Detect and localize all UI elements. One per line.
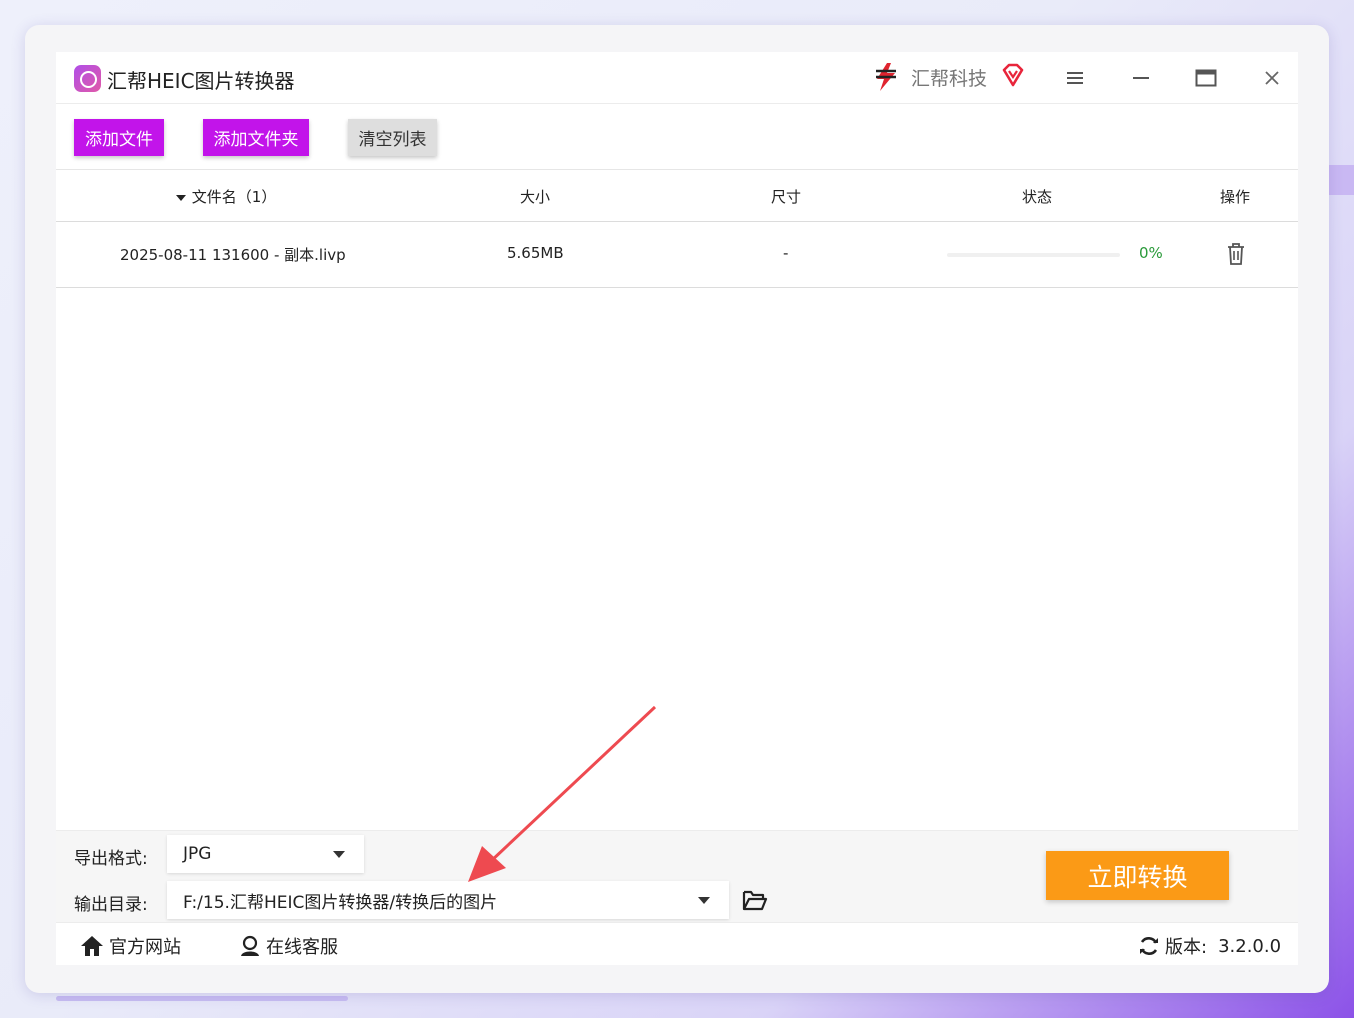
convert-now-button[interactable]: 立即转换 xyxy=(1046,851,1229,900)
menu-button[interactable] xyxy=(1061,64,1089,92)
menu-icon xyxy=(1067,72,1083,84)
online-support-label: 在线客服 xyxy=(266,937,338,958)
close-button[interactable] xyxy=(1258,64,1286,92)
output-settings: 导出格式: JPG 输出目录: F:/15.汇帮HEIC图片转换器/转换后的图片… xyxy=(56,830,1298,922)
minimize-button[interactable] xyxy=(1127,64,1155,92)
brand-name: 汇帮科技 xyxy=(911,68,988,90)
close-icon xyxy=(1265,71,1279,85)
dropdown-caret-icon xyxy=(698,897,710,904)
sort-caret-icon xyxy=(176,194,186,201)
status-header: 状态 xyxy=(1022,188,1053,206)
title-bar: 汇帮HEIC图片转换器 汇帮科技 xyxy=(56,52,1298,104)
add-folder-button[interactable]: 添加文件夹 xyxy=(203,119,309,156)
format-label: 导出格式: xyxy=(74,849,148,869)
version-info: 版本: 3.2.0.0 xyxy=(1138,933,1281,959)
output-dir-select[interactable]: F:/15.汇帮HEIC图片转换器/转换后的图片 xyxy=(167,881,729,919)
brand-logo-icon xyxy=(876,63,896,91)
progress-bar xyxy=(947,253,1120,257)
add-file-button[interactable]: 添加文件 xyxy=(74,119,164,156)
dropdown-caret-icon xyxy=(333,851,345,858)
app-logo-icon xyxy=(74,65,101,92)
toolbar: 添加文件 添加文件夹 清空列表 xyxy=(56,104,1298,170)
home-icon xyxy=(81,936,103,956)
maximize-button[interactable] xyxy=(1192,64,1220,92)
file-size: 5.65MB xyxy=(507,244,564,262)
format-value: JPG xyxy=(183,844,212,864)
filename-header[interactable]: 文件名（1） xyxy=(175,186,276,207)
refresh-icon[interactable] xyxy=(1138,935,1160,957)
file-name: 2025-08-11 131600 - 副本.livp xyxy=(120,246,346,264)
online-support-link[interactable]: 在线客服 xyxy=(239,933,338,959)
vip-diamond-icon[interactable] xyxy=(1000,62,1026,88)
table-header: 文件名（1） 大小 尺寸 状态 操作 xyxy=(56,170,1298,222)
support-agent-icon xyxy=(241,935,259,956)
trash-icon[interactable] xyxy=(1225,242,1247,266)
footer: 官方网站 在线客服 版本: 3.2.0.0 xyxy=(56,922,1298,965)
progress-percent: 0% xyxy=(1139,244,1163,262)
size-header: 大小 xyxy=(520,188,551,206)
maximize-icon xyxy=(1195,69,1217,87)
action-header: 操作 xyxy=(1220,188,1251,206)
version-value: 3.2.0.0 xyxy=(1218,935,1282,957)
dir-label: 输出目录: xyxy=(74,895,148,915)
filename-header-label: 文件名（1） xyxy=(191,188,277,206)
table-row[interactable]: 2025-08-11 131600 - 副本.livp 5.65MB - 0% xyxy=(56,222,1298,288)
format-select[interactable]: JPG xyxy=(167,835,364,873)
official-site-link[interactable]: 官方网站 xyxy=(80,933,181,959)
app-window: 汇帮HEIC图片转换器 汇帮科技 添加文件 添加文件夹 清空列表 文件名（1） … xyxy=(25,25,1329,993)
background-band xyxy=(1329,165,1354,195)
folder-open-icon[interactable] xyxy=(742,889,768,911)
app-content: 汇帮HEIC图片转换器 汇帮科技 添加文件 添加文件夹 清空列表 文件名（1） … xyxy=(56,52,1298,965)
file-dimension: - xyxy=(783,244,789,262)
output-dir-value: F:/15.汇帮HEIC图片转换器/转换后的图片 xyxy=(183,892,498,913)
official-site-label: 官方网站 xyxy=(109,937,181,958)
minimize-icon xyxy=(1133,77,1149,79)
app-title: 汇帮HEIC图片转换器 xyxy=(107,69,295,93)
clear-list-button[interactable]: 清空列表 xyxy=(348,119,437,156)
dimension-header: 尺寸 xyxy=(771,188,802,206)
background-bar xyxy=(56,996,348,1001)
version-label: 版本: xyxy=(1165,937,1208,958)
